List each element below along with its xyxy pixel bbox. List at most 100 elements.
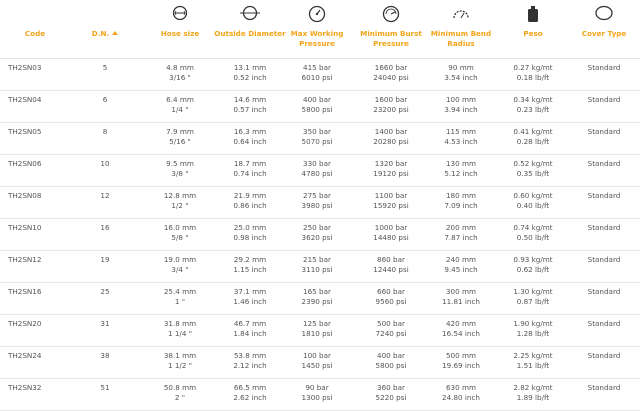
cell-outside-diameter: 18.7 mm 0.74 inch — [212, 159, 288, 179]
cell-hose-size-value: 9.5 mm — [166, 159, 194, 168]
cell-min-bend-radius: 115 mm 4.53 inch — [428, 127, 494, 147]
cell-max-working-pressure-value: 250 bar — [303, 223, 331, 232]
cell-max-working-pressure-value: 1810 psi — [301, 329, 333, 338]
col-header-code-label: Code — [24, 29, 46, 38]
cell-min-bend-radius: 240 mm 9.45 inch — [428, 255, 494, 275]
col-header-min-bend-radius[interactable]: Minimum Bend Radius — [428, 0, 494, 58]
sort-ascending-icon — [112, 31, 119, 35]
col-header-peso[interactable]: Peso — [498, 0, 568, 58]
cell-hose-size: 31.8 mm 1 1/4 " — [145, 319, 215, 339]
cell-dn: 51 — [80, 383, 130, 393]
col-header-dn-label: D.N. — [80, 29, 130, 39]
cell-min-burst-pressure-value: 1100 bar — [374, 191, 408, 200]
cell-min-bend-radius-value: 7.09 inch — [444, 201, 478, 210]
col-header-outside-diameter[interactable]: Outside Diameter — [212, 0, 288, 58]
cell-max-working-pressure-value: 3110 psi — [301, 265, 333, 274]
cell-hose-size: 50.8 mm 2 " — [145, 383, 215, 403]
cell-peso-value: 0.18 lb/ft — [516, 73, 550, 82]
cell-hose-size-value: 6.4 mm — [166, 95, 194, 104]
cell-cover-type: Standard — [572, 159, 636, 169]
cell-code: TH2SN08 — [8, 191, 78, 201]
col-header-max-working-pressure-label: Max Working Pressure — [290, 29, 344, 48]
cell-hose-size-value: 5/8 " — [171, 233, 189, 242]
cell-max-working-pressure-value: 5070 psi — [301, 137, 333, 146]
cell-outside-diameter-value: 0.64 inch — [233, 137, 267, 146]
cell-cover-type: Standard — [572, 319, 636, 329]
cell-peso-value: 1.51 lb/ft — [516, 361, 550, 370]
cell-min-burst-pressure-value: 500 bar — [377, 319, 405, 328]
col-header-hose-size[interactable]: Hose size — [145, 0, 215, 58]
cell-dn: 16 — [80, 223, 130, 233]
cell-min-burst-pressure-value: 1000 bar — [374, 223, 408, 232]
cell-hose-size: 4.8 mm 3/16 " — [145, 63, 215, 83]
cell-dn: 19 — [80, 255, 130, 265]
cell-dn-value: 38 — [100, 351, 110, 360]
cell-hose-size-value: 3/4 " — [171, 265, 189, 274]
cell-min-bend-radius: 130 mm 5.12 inch — [428, 159, 494, 179]
cell-hose-size-value: 3/8 " — [171, 169, 189, 178]
cell-code: TH2SN06 — [8, 159, 78, 169]
cell-peso: 0.60 kg/mt 0.40 lb/ft — [498, 191, 568, 211]
cell-outside-diameter: 25.0 mm 0.98 inch — [212, 223, 288, 243]
cell-dn: 6 — [80, 95, 130, 105]
cell-outside-diameter: 66.5 mm 2.62 inch — [212, 383, 288, 403]
cell-min-burst-pressure-value: 19120 psi — [373, 169, 409, 178]
cell-dn: 12 — [80, 191, 130, 201]
col-header-outside-diameter-label: Outside Diameter — [214, 29, 286, 38]
cell-peso-value: 0.28 lb/ft — [516, 137, 550, 146]
cell-code: TH2SN32 — [8, 383, 78, 393]
col-header-dn[interactable]: D.N. — [80, 0, 130, 58]
cell-code: TH2SN04 — [8, 95, 78, 105]
cell-hose-size: 38.1 mm 1 1/2 " — [145, 351, 215, 371]
cell-min-bend-radius-value: 19.69 inch — [442, 361, 480, 370]
cell-hose-size-value: 25.4 mm — [163, 287, 197, 296]
col-header-cover-type[interactable]: Cover Type — [572, 0, 636, 58]
cell-min-burst-pressure-value: 400 bar — [377, 351, 405, 360]
cell-min-burst-pressure-value: 14480 psi — [373, 233, 409, 242]
cell-cover-type-value: Standard — [587, 223, 621, 232]
cell-peso: 2.25 kg/mt 1.51 lb/ft — [498, 351, 568, 371]
cell-cover-type: Standard — [572, 191, 636, 201]
col-header-code[interactable]: Code — [0, 0, 70, 58]
cell-cover-type-value: Standard — [587, 351, 621, 360]
cell-max-working-pressure-value: 90 bar — [305, 383, 329, 392]
cell-cover-type-value: Standard — [587, 159, 621, 168]
cell-min-bend-radius-value: 240 mm — [445, 255, 476, 264]
cell-max-working-pressure-value: 4780 psi — [301, 169, 333, 178]
cell-min-burst-pressure-value: 1320 bar — [374, 159, 408, 168]
cell-min-bend-radius-value: 630 mm — [445, 383, 476, 392]
table-row: TH2SN08 12 12.8 mm 1/2 " 21.9 mm 0.86 inch 275… — [0, 187, 640, 219]
cell-dn-value: 19 — [100, 255, 110, 264]
weight-icon — [526, 5, 540, 27]
cell-hose-size: 6.4 mm 1/4 " — [145, 95, 215, 115]
cell-peso-value: 0.41 kg/mt — [513, 127, 553, 136]
cell-min-burst-pressure: 860 bar 12440 psi — [356, 255, 426, 275]
cell-max-working-pressure-value: 3620 psi — [301, 233, 333, 242]
cell-dn: 25 — [80, 287, 130, 297]
cell-max-working-pressure: 215 bar 3110 psi — [285, 255, 349, 275]
cell-code-value: TH2SN06 — [8, 159, 42, 168]
cell-outside-diameter: 46.7 mm 1.84 inch — [212, 319, 288, 339]
cell-min-bend-radius: 420 mm 16.54 inch — [428, 319, 494, 339]
cell-max-working-pressure-value: 400 bar — [303, 95, 331, 104]
cell-hose-size: 9.5 mm 3/8 " — [145, 159, 215, 179]
cell-code: TH2SN03 — [8, 63, 78, 73]
cell-dn: 38 — [80, 351, 130, 361]
cell-min-bend-radius: 500 mm 19.69 inch — [428, 351, 494, 371]
cell-hose-size-value: 50.8 mm — [163, 383, 197, 392]
cell-outside-diameter-value: 21.9 mm — [233, 191, 267, 200]
cell-peso-value: 2.82 kg/mt — [513, 383, 553, 392]
cell-peso-value: 0.52 kg/mt — [513, 159, 553, 168]
cell-cover-type: Standard — [572, 255, 636, 265]
cell-cover-type-value: Standard — [587, 95, 621, 104]
cell-min-burst-pressure-value: 9560 psi — [375, 297, 407, 306]
cell-cover-type: Standard — [572, 127, 636, 137]
cell-min-burst-pressure-value: 1400 bar — [374, 127, 408, 136]
cell-dn-value: 51 — [100, 383, 110, 392]
col-header-min-burst-pressure[interactable]: Minimum Burst Pressure — [356, 0, 426, 58]
cell-min-burst-pressure: 500 bar 7240 psi — [356, 319, 426, 339]
col-header-max-working-pressure[interactable]: Max Working Pressure — [285, 0, 349, 58]
cell-cover-type-value: Standard — [587, 255, 621, 264]
cell-outside-diameter-value: 14.6 mm — [233, 95, 267, 104]
cell-min-burst-pressure: 660 bar 9560 psi — [356, 287, 426, 307]
